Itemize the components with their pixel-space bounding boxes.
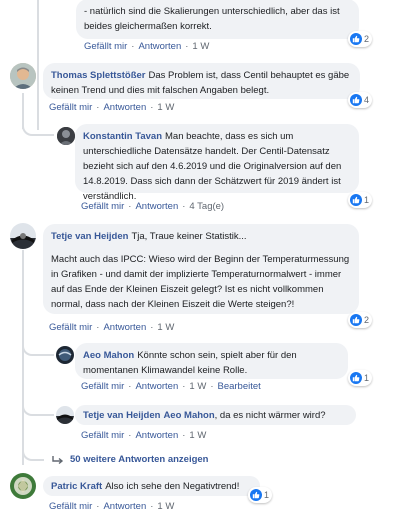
reply-link[interactable]: Antworten (138, 41, 181, 52)
thread-connector (22, 400, 54, 416)
reaction-count[interactable]: 1 (248, 487, 273, 503)
comment-text: - natürlich sind die Skalierungen unters… (84, 6, 340, 32)
comment-text: Also ich sehe den Negativtrend! (105, 481, 240, 492)
reaction-count-value: 1 (364, 195, 370, 205)
like-link[interactable]: Gefällt mir (49, 501, 92, 512)
comment-text: Macht auch das IPCC: Wieso wird der Begi… (51, 254, 350, 310)
thumbs-up-icon (350, 372, 362, 384)
reaction-count[interactable]: 2 (348, 312, 373, 328)
comment-bubble: Tetje van Heijden Aeo Mahon, da es nicht … (75, 405, 356, 425)
comment-text: , da es nicht wärmer wird? (214, 410, 326, 421)
comment-author[interactable]: Thomas Splettstößer (51, 70, 146, 81)
comment-actions: Gefällt mir · Antworten · 1 W (81, 430, 207, 441)
reaction-count-value: 2 (364, 315, 370, 325)
like-link[interactable]: Gefällt mir (81, 430, 124, 441)
more-replies-link[interactable]: 50 weitere Antworten anzeigen (52, 454, 209, 465)
timestamp[interactable]: 1 W (189, 430, 206, 441)
comment-actions: Gefällt mir · Antworten · 1 W · Bearbeitet (81, 381, 261, 392)
thread-connector (22, 340, 54, 356)
timestamp[interactable]: 1 W (189, 381, 206, 392)
like-link[interactable]: Gefällt mir (81, 381, 124, 392)
thread-line (37, 0, 39, 130)
reaction-count[interactable]: 1 (348, 192, 373, 208)
timestamp[interactable]: 1 W (157, 102, 174, 113)
timestamp[interactable]: 4 Tag(e) (189, 201, 224, 212)
like-link[interactable]: Gefällt mir (81, 201, 124, 212)
comment-author[interactable]: Patric Kraft (51, 481, 102, 492)
avatar[interactable] (10, 223, 36, 249)
avatar[interactable] (56, 346, 74, 364)
comment-actions: Gefällt mir · Antworten · 1 W (49, 322, 175, 333)
thread-line (22, 250, 24, 465)
like-link[interactable]: Gefällt mir (84, 41, 127, 52)
thumbs-up-icon (350, 194, 362, 206)
thumbs-up-icon (350, 314, 362, 326)
comment-actions: Gefällt mir · Antworten · 1 W (49, 102, 175, 113)
reply-link[interactable]: Antworten (135, 430, 178, 441)
reaction-count[interactable]: 1 (348, 370, 373, 386)
comment-bubble: Konstantin Tavan Man beachte, dass es sic… (75, 124, 359, 202)
timestamp[interactable]: 1 W (157, 322, 174, 333)
avatar[interactable] (56, 406, 74, 424)
more-replies-label: 50 weitere Antworten anzeigen (70, 454, 209, 465)
avatar[interactable] (57, 127, 75, 145)
reaction-count[interactable]: 4 (348, 92, 373, 108)
avatar[interactable] (10, 63, 36, 89)
comment-actions: Gefällt mir · Antworten · 1 W (84, 41, 210, 52)
comment-text-line1: Tja, Traue keiner Statistik... (131, 231, 247, 242)
comment-bubble: Thomas Splettstößer Das Problem ist, dass… (43, 63, 360, 99)
comment-bubble: Aeo Mahon Könnte schon sein, spielt aber … (75, 343, 348, 379)
reaction-count-value: 4 (364, 95, 370, 105)
reply-link[interactable]: Antworten (135, 381, 178, 392)
like-link[interactable]: Gefällt mir (49, 102, 92, 113)
reply-link[interactable]: Antworten (103, 501, 146, 512)
thread-connector (22, 118, 54, 136)
thread-connector (22, 448, 44, 461)
reply-link[interactable]: Antworten (103, 322, 146, 333)
thumbs-up-icon (350, 94, 362, 106)
comment-actions: Gefällt mir · Antworten · 4 Tag(e) (81, 201, 225, 212)
comment-author[interactable]: Tetje van Heijden (51, 231, 128, 242)
comment-author[interactable]: Tetje van Heijden (83, 410, 160, 421)
edited-label[interactable]: Bearbeitet (217, 381, 260, 392)
comment-bubble: Tetje van Heijden Tja, Traue keiner Stati… (43, 224, 359, 314)
reaction-count-value: 1 (264, 490, 270, 500)
reaction-count-value: 1 (364, 373, 370, 383)
thumbs-up-icon (350, 33, 362, 45)
reaction-count-value: 2 (364, 34, 370, 44)
thumbs-up-icon (250, 489, 262, 501)
timestamp[interactable]: 1 W (157, 501, 174, 512)
comment-author[interactable]: Aeo Mahon (83, 350, 134, 361)
timestamp[interactable]: 1 W (192, 41, 209, 52)
comment-actions: Gefällt mir · Antworten · 1 W (49, 501, 175, 512)
avatar[interactable] (10, 473, 36, 499)
comment-bubble: - natürlich sind die Skalierungen unters… (76, 0, 359, 39)
reply-arrow-icon (52, 455, 64, 464)
reply-link[interactable]: Antworten (103, 102, 146, 113)
like-link[interactable]: Gefällt mir (49, 322, 92, 333)
mention-link[interactable]: Aeo Mahon (163, 410, 214, 421)
comment-author[interactable]: Konstantin Tavan (83, 131, 162, 142)
reaction-count[interactable]: 2 (348, 31, 373, 47)
comment-bubble: Patric Kraft Also ich sehe den Negativtre… (43, 476, 260, 496)
reply-link[interactable]: Antworten (135, 201, 178, 212)
